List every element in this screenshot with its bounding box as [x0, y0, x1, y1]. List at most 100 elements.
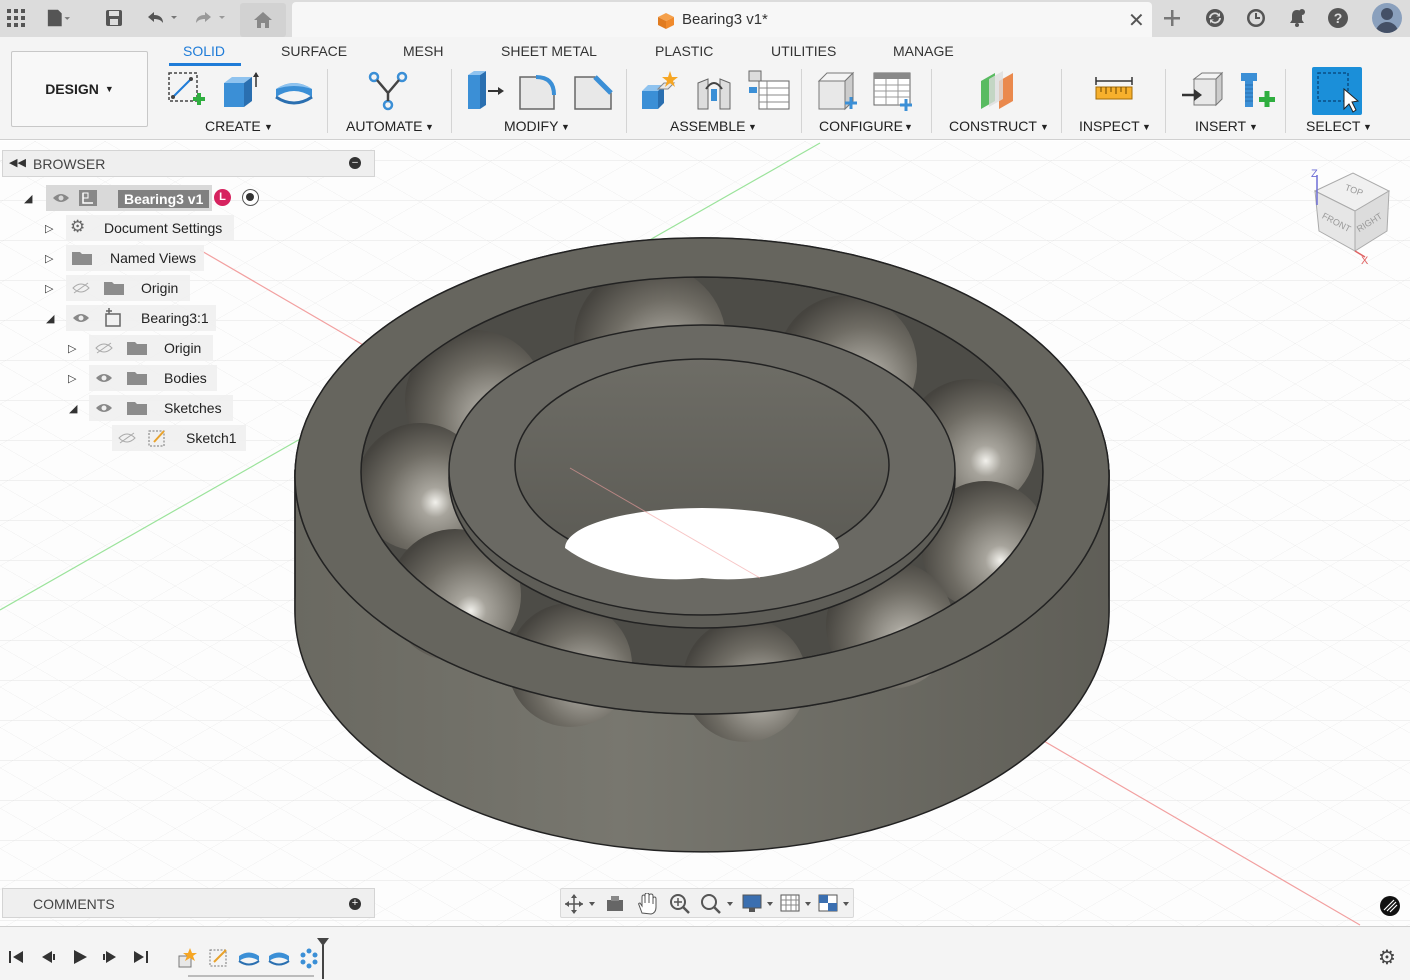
- tree-item-sketch1[interactable]: Sketch1: [112, 425, 246, 451]
- orbit-icon[interactable]: [565, 894, 597, 914]
- zoom-icon[interactable]: [669, 893, 691, 915]
- notifications-bell-icon[interactable]: [1285, 6, 1309, 30]
- new-component-icon[interactable]: [638, 69, 682, 113]
- workspace-switcher-button[interactable]: DESIGN ▼: [11, 51, 148, 127]
- joint-icon[interactable]: [692, 69, 736, 113]
- tab-plastic[interactable]: PLASTIC: [655, 43, 713, 59]
- display-mode-icon[interactable]: [1380, 896, 1400, 916]
- visibility-eye-icon[interactable]: [52, 192, 70, 204]
- save-icon[interactable]: [102, 6, 126, 30]
- chevron-down-icon[interactable]: ▼: [425, 122, 434, 132]
- sync-icon[interactable]: [1203, 6, 1227, 30]
- visibility-eye-icon[interactable]: [95, 372, 113, 384]
- tab-sheet-metal[interactable]: SHEET METAL: [501, 43, 597, 59]
- tree-item-sketches[interactable]: Sketches: [89, 395, 233, 421]
- pan-hand-icon[interactable]: [637, 893, 657, 915]
- expand-triangle-icon[interactable]: ▷: [45, 222, 53, 235]
- select-group-label[interactable]: SELECT: [1306, 118, 1360, 134]
- tree-item-bearing3-component[interactable]: Bearing3:1: [66, 305, 216, 331]
- timeline-sketch-feature-icon[interactable]: [208, 947, 230, 969]
- tree-item-named-views[interactable]: Named Views: [66, 245, 204, 271]
- select-tool-button[interactable]: [1312, 67, 1362, 115]
- grid-snaps-icon[interactable]: [780, 893, 816, 915]
- new-tab-icon[interactable]: [1160, 6, 1184, 30]
- comments-panel-header[interactable]: COMMENTS +: [2, 888, 375, 918]
- collapse-triangle-icon[interactable]: ◢: [69, 402, 77, 415]
- tree-root-row[interactable]: Bearing3 v1: [46, 185, 212, 211]
- minimize-panel-icon[interactable]: –: [349, 157, 361, 169]
- automate-group-label[interactable]: AUTOMATE: [346, 118, 423, 134]
- chamfer-icon[interactable]: [571, 69, 615, 113]
- tree-item-bodies[interactable]: Bodies: [89, 365, 217, 391]
- visibility-eye-icon[interactable]: [95, 402, 113, 414]
- measure-icon[interactable]: [1092, 69, 1136, 113]
- chevron-down-icon[interactable]: ▼: [1249, 122, 1258, 132]
- timeline-revolve-feature-icon[interactable]: [238, 947, 260, 969]
- extrude-icon[interactable]: [218, 69, 262, 113]
- display-settings-icon[interactable]: [742, 893, 778, 915]
- lock-status-badge[interactable]: L: [214, 189, 231, 206]
- automate-icon[interactable]: [366, 69, 410, 113]
- step-forward-icon[interactable]: [102, 949, 118, 965]
- redo-icon[interactable]: [192, 6, 228, 30]
- insert-mcmaster-icon[interactable]: [1235, 69, 1279, 113]
- document-tab[interactable]: Bearing3 v1* ✕: [292, 2, 1152, 37]
- hidden-eye-icon[interactable]: [118, 432, 136, 444]
- chevron-down-icon[interactable]: ▼: [264, 122, 273, 132]
- job-status-clock-icon[interactable]: [1244, 6, 1268, 30]
- undo-icon[interactable]: [144, 6, 180, 30]
- bill-of-materials-icon[interactable]: [747, 69, 791, 113]
- user-avatar[interactable]: [1372, 3, 1402, 33]
- help-icon[interactable]: ?: [1326, 6, 1350, 30]
- expand-panel-icon[interactable]: +: [349, 898, 361, 910]
- file-menu-icon[interactable]: [46, 6, 70, 30]
- hidden-eye-icon[interactable]: [95, 342, 113, 354]
- zoom-window-icon[interactable]: [700, 893, 736, 915]
- tree-item-component-origin[interactable]: Origin: [89, 335, 213, 361]
- hidden-eye-icon[interactable]: [72, 282, 90, 294]
- fillet-icon[interactable]: [516, 69, 560, 113]
- chevron-down-icon[interactable]: ▼: [1040, 122, 1049, 132]
- press-pull-icon[interactable]: [462, 69, 506, 113]
- expand-triangle-icon[interactable]: ▷: [45, 252, 53, 265]
- timeline-revolve-feature-icon[interactable]: [268, 947, 290, 969]
- inspect-group-label[interactable]: INSPECT: [1079, 118, 1140, 134]
- collapse-panel-icon[interactable]: ◀◀: [9, 156, 26, 169]
- chevron-down-icon[interactable]: ▼: [1363, 122, 1372, 132]
- step-back-icon[interactable]: [40, 949, 56, 965]
- activate-radio-icon[interactable]: [242, 189, 259, 206]
- collapse-triangle-icon[interactable]: ◢: [46, 312, 54, 325]
- chevron-down-icon[interactable]: ▼: [1142, 122, 1151, 132]
- tab-manage[interactable]: MANAGE: [893, 43, 954, 59]
- tab-utilities[interactable]: UTILITIES: [771, 43, 836, 59]
- configuration-table-icon[interactable]: [870, 69, 914, 113]
- visibility-eye-icon[interactable]: [72, 312, 90, 324]
- view-cube[interactable]: TOP FRONT RIGHT Z X: [1305, 161, 1400, 271]
- chevron-down-icon[interactable]: ▼: [748, 122, 757, 132]
- offset-plane-icon[interactable]: [975, 69, 1019, 113]
- chevron-down-icon[interactable]: ▼: [904, 122, 913, 132]
- close-tab-icon[interactable]: ✕: [1128, 8, 1145, 33]
- insert-group-label[interactable]: INSERT: [1195, 118, 1246, 134]
- timeline-settings-gear-icon[interactable]: ⚙: [1378, 945, 1396, 970]
- viewports-icon[interactable]: [818, 893, 854, 915]
- tree-item-origin[interactable]: Origin: [66, 275, 190, 301]
- configure-group-label[interactable]: CONFIGURE: [819, 118, 903, 134]
- timeline-component-feature-icon[interactable]: [176, 947, 198, 969]
- tab-surface[interactable]: SURFACE: [281, 43, 347, 59]
- configure-design-icon[interactable]: [815, 69, 859, 113]
- expand-triangle-icon[interactable]: ▷: [45, 282, 53, 295]
- tab-solid[interactable]: SOLID: [183, 43, 225, 59]
- construct-group-label[interactable]: CONSTRUCT: [949, 118, 1037, 134]
- create-sketch-icon[interactable]: [165, 69, 209, 113]
- browser-panel-header[interactable]: ◀◀ BROWSER –: [2, 150, 375, 177]
- play-icon[interactable]: [72, 949, 88, 965]
- go-to-start-icon[interactable]: [8, 949, 24, 965]
- app-grid-icon[interactable]: [4, 6, 28, 30]
- 3d-viewport[interactable]: TOP FRONT RIGHT Z X: [0, 141, 1410, 926]
- insert-derive-icon[interactable]: [1180, 69, 1224, 113]
- tab-mesh[interactable]: MESH: [403, 43, 443, 59]
- chevron-down-icon[interactable]: ▼: [561, 122, 570, 132]
- create-group-label[interactable]: CREATE: [205, 118, 261, 134]
- expand-triangle-icon[interactable]: ▷: [68, 372, 76, 385]
